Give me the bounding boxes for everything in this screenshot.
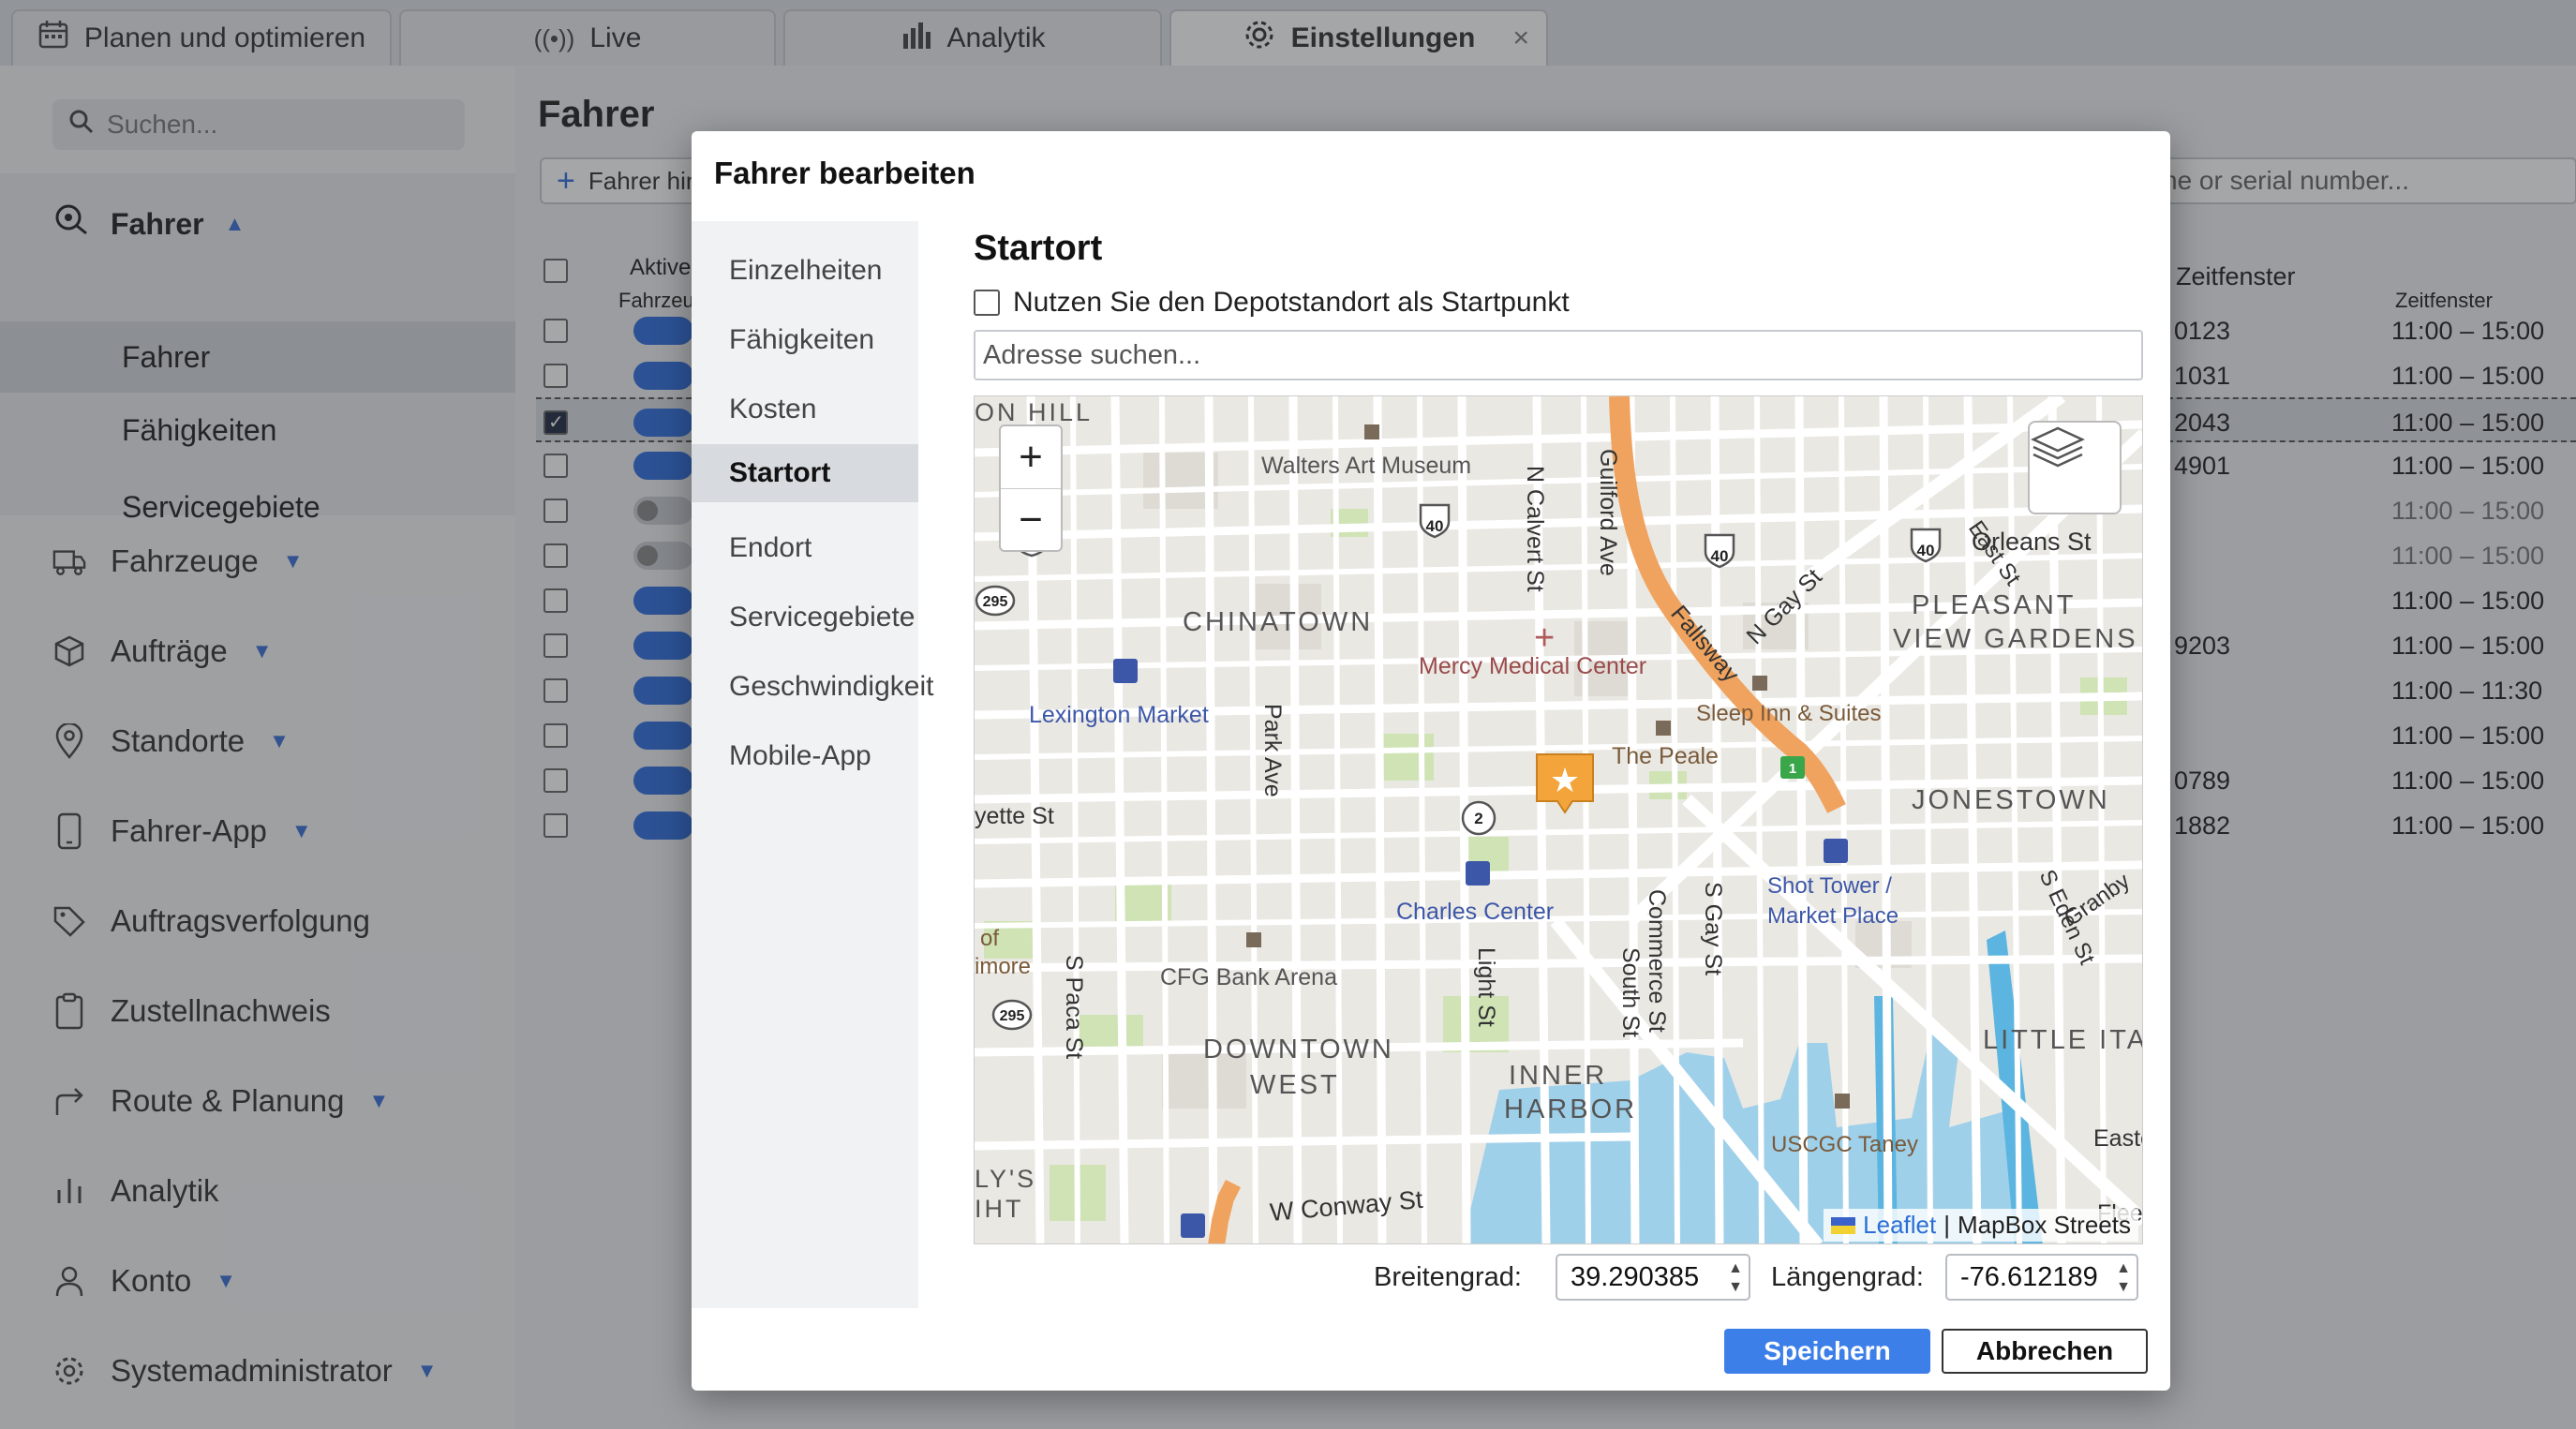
map-label-shot1: Shot Tower / (1767, 873, 1892, 899)
map-label-walters: Walters Art Museum (1261, 453, 1471, 479)
map-label-shield295: 295 (983, 594, 1008, 610)
zoom-in-button[interactable]: + (1001, 426, 1061, 488)
map-label-charles: Charles Center (1396, 899, 1554, 925)
map-label-pleasant2: VIEW GARDENS (1893, 624, 2138, 654)
dialog-nav-costs[interactable]: Kosten (692, 380, 918, 439)
svg-text:★: ★ (1550, 762, 1580, 800)
map-label-sgay: S Gay St (1700, 882, 1726, 975)
map-tiles: + ★ Walters Art Museum CHINATOWN Mercy M… (975, 396, 2143, 1243)
latitude-input[interactable]: 39.290385 ▲ ▼ (1556, 1254, 1750, 1301)
map-view[interactable]: + ★ Walters Art Museum CHINATOWN Mercy M… (974, 395, 2143, 1244)
attribution-separator: | (1943, 1211, 1951, 1239)
longitude-stepper-icon[interactable]: ▲ ▼ (2116, 1259, 2131, 1297)
dialog-nav-service-areas[interactable]: Servicegebiete (692, 588, 918, 647)
dialog-nav-start-location[interactable]: Startort (692, 444, 918, 502)
map-attribution: Leaflet | MapBox Streets (1824, 1209, 2138, 1242)
depot-checkbox[interactable] (974, 290, 1000, 316)
depot-checkbox-label: Nutzen Sie den Depotstandort als Startpu… (1013, 287, 1570, 318)
map-label-fayette: yette St (975, 803, 1054, 829)
dialog-nav-details[interactable]: Einzelheiten (692, 242, 918, 300)
map-label-mercy: Mercy Medical Center (1419, 653, 1646, 679)
cancel-button[interactable]: Abbrechen (1942, 1329, 2148, 1374)
map-label-easte: Easte (2093, 1125, 2143, 1152)
map-label-commerce: Commerce St (1644, 889, 1670, 1033)
map-label-onhill: ON HILL (975, 398, 1093, 426)
latitude-label: Breitengrad: (1374, 1261, 1522, 1292)
map-label-shield40: 40 (1426, 517, 1444, 535)
map-label-of: of (980, 926, 999, 951)
map-label-lexington: Lexington Market (1029, 702, 1209, 728)
latitude-value: 39.290385 (1571, 1261, 1700, 1292)
map-label-cfg: CFG Bank Arena (1160, 964, 1337, 990)
dialog-nav: Einzelheiten Fähigkeiten Kosten Startort… (692, 221, 933, 1308)
map-label-shield295: 295 (1000, 1008, 1025, 1024)
map-label-green1: 1 (1789, 761, 1796, 777)
map-label-shot2: Market Place (1767, 903, 1898, 929)
map-zoom-control: + − (999, 424, 1063, 552)
dialog-title: Fahrer bearbeiten (714, 156, 975, 190)
map-label-downtown1: DOWNTOWN (1203, 1035, 1394, 1064)
tiles-attribution: MapBox Streets (1958, 1211, 2131, 1239)
map-label-imore: imore (975, 954, 1031, 979)
longitude-value: -76.612189 (1960, 1261, 2098, 1292)
map-label-iht: IHT (975, 1195, 1024, 1223)
layers-button[interactable] (2028, 421, 2122, 514)
map-label-peale: The Peale (1612, 743, 1719, 769)
map-label-shield40: 40 (1711, 547, 1729, 565)
map-label-uscgc: USCGC Taney (1771, 1132, 1918, 1157)
dialog-nav-end-location[interactable]: Endort (692, 519, 918, 577)
address-search-input[interactable]: Adresse suchen... (974, 330, 2143, 380)
longitude-label: Längengrad: (1771, 1261, 1924, 1292)
ukraine-flag-icon (1831, 1216, 1856, 1234)
map-label-chinatown: CHINATOWN (1183, 607, 1373, 637)
map-label-jonestown: JONESTOWN (1912, 785, 2110, 815)
svg-text:+: + (1534, 618, 1555, 658)
dialog-nav-skills[interactable]: Fähigkeiten (692, 311, 918, 369)
map-label-calvert: N Calvert St (1522, 466, 1548, 592)
zoom-out-button[interactable]: − (1001, 488, 1061, 550)
map-label-conway: W Conway St (1269, 1185, 1424, 1227)
map-label-spaca: S Paca St (1061, 955, 1087, 1059)
edit-driver-dialog: Fahrer bearbeiten Einzelheiten Fähigkeit… (692, 131, 2170, 1391)
map-label-littleita: LITTLE ITA (1983, 1025, 2143, 1055)
map-label-downtown2: WEST (1250, 1070, 1340, 1100)
map-label-inner2: HARBOR (1504, 1094, 1637, 1124)
map-label-guilford: Guilford Ave (1595, 449, 1621, 576)
map-label-lys: LY'S (975, 1165, 1036, 1193)
map-label-shield40: 40 (1917, 542, 1935, 559)
leaflet-link[interactable]: Leaflet (1863, 1211, 1936, 1240)
dialog-nav-mobile-app[interactable]: Mobile-App (692, 727, 918, 785)
map-label-southst: South St (1617, 947, 1644, 1037)
latitude-stepper-icon[interactable]: ▲ ▼ (1728, 1259, 1743, 1297)
map-label-circle2: 2 (1474, 810, 1482, 827)
map-label-pleasant1: PLEASANT (1912, 590, 2077, 620)
save-button[interactable]: Speichern (1724, 1329, 1930, 1374)
map-label-light: Light St (1473, 947, 1499, 1027)
dialog-nav-speed[interactable]: Geschwindigkeit (692, 658, 933, 716)
map-label-sleep: Sleep Inn & Suites (1696, 701, 1881, 726)
map-label-park: Park Ave (1259, 704, 1286, 797)
longitude-input[interactable]: -76.612189 ▲ ▼ (1945, 1254, 2138, 1301)
section-title: Startort (974, 229, 1103, 268)
depot-checkbox-row[interactable]: Nutzen Sie den Depotstandort als Startpu… (974, 287, 1570, 319)
map-label-inner1: INNER (1509, 1061, 1607, 1091)
